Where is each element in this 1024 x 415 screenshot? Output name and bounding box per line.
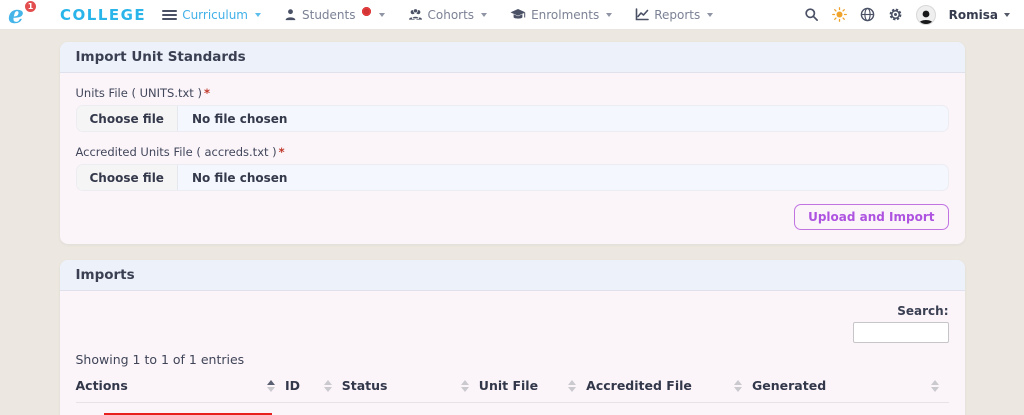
table-header-row: Actions ID Status Unit File bbox=[76, 369, 949, 403]
nav-label-enrolments: Enrolments bbox=[531, 8, 599, 22]
nav-label-students: Students bbox=[302, 8, 356, 22]
user-menu[interactable]: Romisa bbox=[949, 8, 1010, 22]
chevron-down-icon bbox=[606, 13, 612, 17]
chart-line-icon bbox=[635, 8, 649, 21]
required-asterisk: * bbox=[279, 145, 285, 159]
imports-card-title: Imports bbox=[60, 260, 965, 291]
search-label: Search: bbox=[897, 304, 948, 318]
actions-cell: Create Components + bbox=[76, 403, 286, 415]
logo-notification-badge: 1 bbox=[24, 0, 37, 13]
person-icon bbox=[284, 8, 297, 21]
graduation-cap-icon bbox=[510, 8, 526, 21]
globe-icon[interactable] bbox=[860, 7, 875, 22]
column-header-accredited-file[interactable]: Accredited File bbox=[586, 369, 752, 403]
chevron-down-icon bbox=[379, 13, 385, 17]
table-info: Showing 1 to 1 of 1 entries bbox=[76, 352, 949, 367]
nav-label-curriculum: Curriculum bbox=[182, 8, 248, 22]
sort-icon bbox=[568, 380, 576, 392]
nav-menus: Curriculum Students Cohorts Enrolments bbox=[162, 8, 713, 22]
import-card-title: Import Unit Standards bbox=[60, 42, 965, 73]
navbar-actions: Romisa bbox=[804, 5, 1010, 25]
required-asterisk: * bbox=[204, 86, 210, 100]
sort-icon bbox=[931, 380, 939, 392]
hamburger-icon bbox=[162, 9, 177, 21]
gear-icon[interactable] bbox=[888, 7, 903, 22]
generated-cell: Generated 13-01-2026 By Alan bbox=[752, 403, 948, 415]
column-label: Actions bbox=[76, 378, 128, 393]
import-unit-standards-card: Import Unit Standards Units File ( UNITS… bbox=[60, 42, 965, 244]
sort-icon bbox=[324, 380, 332, 392]
column-header-unit-file[interactable]: Unit File bbox=[479, 369, 586, 403]
file-chosen-status: No file chosen bbox=[178, 171, 302, 185]
upload-and-import-button[interactable]: Upload and Import bbox=[794, 204, 948, 230]
units-file-label-text: Units File ( UNITS.txt ) bbox=[76, 86, 202, 100]
avatar[interactable] bbox=[916, 5, 936, 25]
app-logo[interactable]: e 1 bbox=[8, 2, 34, 28]
people-icon bbox=[408, 8, 423, 21]
sort-icon bbox=[734, 380, 742, 392]
accredited-file-cell: accreds.txt bbox=[586, 403, 752, 415]
units-file-input[interactable]: Choose file No file chosen bbox=[76, 105, 949, 132]
top-navbar: e 1 COLLEGE Curriculum Students Cohorts bbox=[0, 0, 1024, 30]
id-cell: 1 bbox=[285, 403, 342, 415]
status-cell: ✓ Completed bbox=[342, 403, 479, 415]
accredited-file-label-text: Accredited Units File ( accreds.txt ) bbox=[76, 145, 277, 159]
table-row: Create Components + 1 ✓ Completed bbox=[76, 403, 949, 415]
nav-item-enrolments[interactable]: Enrolments bbox=[510, 8, 612, 22]
chevron-down-icon bbox=[255, 13, 261, 17]
imports-card: Imports Search: Showing 1 to 1 of 1 entr… bbox=[60, 260, 965, 415]
accredited-file-label: Accredited Units File ( accreds.txt )* bbox=[76, 145, 949, 159]
column-label: Accredited File bbox=[586, 378, 692, 393]
column-label: ID bbox=[285, 378, 300, 393]
imports-table: Actions ID Status Unit File bbox=[76, 369, 949, 415]
column-label: Unit File bbox=[479, 378, 538, 393]
choose-file-button[interactable]: Choose file bbox=[77, 106, 178, 131]
column-label: Generated bbox=[752, 378, 826, 393]
column-header-generated[interactable]: Generated bbox=[752, 369, 948, 403]
search-input[interactable] bbox=[853, 322, 949, 343]
accredited-file-input[interactable]: Choose file No file chosen bbox=[76, 164, 949, 191]
chevron-down-icon bbox=[707, 13, 713, 17]
unit-file-cell: UNITS.txt bbox=[479, 403, 586, 415]
sort-icon bbox=[461, 380, 469, 392]
table-search: Search: bbox=[76, 304, 949, 343]
nav-label-cohorts: Cohorts bbox=[428, 8, 475, 22]
sort-icon bbox=[267, 380, 275, 392]
file-chosen-status: No file chosen bbox=[178, 112, 302, 126]
imports-card-body: Search: Showing 1 to 1 of 1 entries Acti… bbox=[60, 291, 965, 415]
chevron-down-icon bbox=[1004, 13, 1010, 17]
submit-row: Upload and Import bbox=[76, 204, 949, 230]
column-header-id[interactable]: ID bbox=[285, 369, 342, 403]
import-card-body: Units File ( UNITS.txt )* Choose file No… bbox=[60, 73, 965, 244]
nav-item-cohorts[interactable]: Cohorts bbox=[408, 8, 488, 22]
nav-item-students[interactable]: Students bbox=[284, 8, 385, 22]
column-label: Status bbox=[342, 378, 388, 393]
brand-title[interactable]: COLLEGE bbox=[60, 6, 146, 24]
units-file-label: Units File ( UNITS.txt )* bbox=[76, 86, 949, 100]
main-content: Import Unit Standards Units File ( UNITS… bbox=[60, 42, 965, 415]
column-header-status[interactable]: Status bbox=[342, 369, 479, 403]
sun-icon[interactable] bbox=[832, 7, 847, 22]
nav-item-curriculum[interactable]: Curriculum bbox=[162, 8, 261, 22]
search-icon[interactable] bbox=[804, 7, 819, 22]
user-name-label: Romisa bbox=[949, 8, 998, 22]
choose-file-button[interactable]: Choose file bbox=[77, 165, 178, 190]
chevron-down-icon bbox=[481, 13, 487, 17]
students-notification-badge bbox=[362, 7, 371, 16]
nav-label-reports: Reports bbox=[654, 8, 700, 22]
nav-item-reports[interactable]: Reports bbox=[635, 8, 713, 22]
column-header-actions[interactable]: Actions bbox=[76, 369, 286, 403]
